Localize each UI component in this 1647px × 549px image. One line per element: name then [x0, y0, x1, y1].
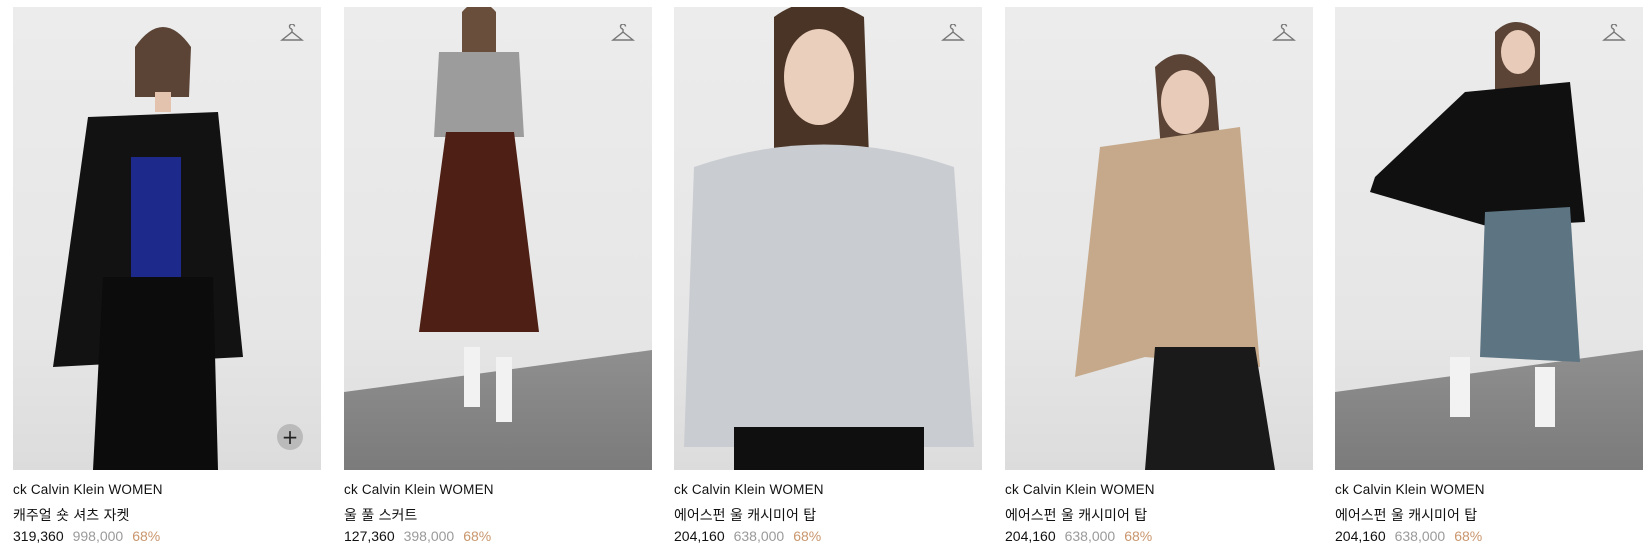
model-photo: [684, 7, 974, 470]
product-image[interactable]: [1335, 7, 1643, 470]
product-card[interactable]: + ck Calvin Klein WOMEN 캐주얼 숏 셔츠 자켓 319,…: [13, 7, 321, 547]
model-photo: [1075, 54, 1275, 470]
product-brand[interactable]: ck Calvin Klein WOMEN: [13, 482, 321, 500]
product-name[interactable]: 에어스펀 울 캐시미어 탑: [1335, 505, 1643, 524]
product-brand[interactable]: ck Calvin Klein WOMEN: [344, 482, 652, 500]
hanger-icon[interactable]: [611, 24, 635, 46]
product-card[interactable]: ck Calvin Klein WOMEN 에어스펀 울 캐시미어 탑 204,…: [1005, 7, 1313, 547]
original-price: 998,000: [72, 528, 124, 544]
sale-price: 319,360: [13, 528, 64, 544]
original-price: 638,000: [1064, 528, 1116, 544]
product-name[interactable]: 에어스펀 울 캐시미어 탑: [674, 505, 982, 524]
product-name[interactable]: 캐주얼 숏 셔츠 자켓: [13, 505, 321, 524]
sale-price: 127,360: [344, 528, 395, 544]
zoom-plus-button[interactable]: +: [277, 424, 303, 450]
model-photo: [53, 27, 243, 470]
product-prices: 127,360 398,000 68%: [344, 528, 652, 547]
product-card[interactable]: ck Calvin Klein WOMEN 울 풀 스커트 127,360 398…: [344, 7, 652, 547]
product-name[interactable]: 에어스펀 울 캐시미어 탑: [1005, 505, 1313, 524]
product-name[interactable]: 울 풀 스커트: [344, 505, 652, 524]
model-photo: [1370, 22, 1585, 427]
product-card[interactable]: ck Calvin Klein WOMEN 에어스펀 울 캐시미어 탑 204,…: [1335, 7, 1643, 547]
sale-price: 204,160: [1005, 528, 1056, 544]
discount-rate: 68%: [793, 528, 822, 544]
product-brand[interactable]: ck Calvin Klein WOMEN: [1005, 482, 1313, 500]
sale-price: 204,160: [674, 528, 725, 544]
model-photo: [419, 7, 539, 422]
product-image[interactable]: +: [13, 7, 321, 470]
hanger-icon[interactable]: [1272, 24, 1296, 46]
original-price: 638,000: [733, 528, 785, 544]
product-image[interactable]: [674, 7, 982, 470]
product-image[interactable]: [344, 7, 652, 470]
original-price: 638,000: [1394, 528, 1446, 544]
discount-rate: 68%: [132, 528, 161, 544]
product-prices: 204,160 638,000 68%: [1005, 528, 1313, 547]
product-image[interactable]: [1005, 7, 1313, 470]
product-prices: 204,160 638,000 68%: [674, 528, 982, 547]
original-price: 398,000: [403, 528, 455, 544]
product-card[interactable]: ck Calvin Klein WOMEN 에어스펀 울 캐시미어 탑 204,…: [674, 7, 982, 547]
discount-rate: 68%: [1454, 528, 1483, 544]
discount-rate: 68%: [463, 528, 492, 544]
product-brand[interactable]: ck Calvin Klein WOMEN: [674, 482, 982, 500]
product-prices: 204,160 638,000 68%: [1335, 528, 1643, 547]
hanger-icon[interactable]: [280, 24, 304, 46]
product-grid: + ck Calvin Klein WOMEN 캐주얼 숏 셔츠 자켓 319,…: [0, 0, 1647, 549]
sale-price: 204,160: [1335, 528, 1386, 544]
hanger-icon[interactable]: [1602, 24, 1626, 46]
product-prices: 319,360 998,000 68%: [13, 528, 321, 547]
product-brand[interactable]: ck Calvin Klein WOMEN: [1335, 482, 1643, 500]
hanger-icon[interactable]: [941, 24, 965, 46]
discount-rate: 68%: [1124, 528, 1153, 544]
